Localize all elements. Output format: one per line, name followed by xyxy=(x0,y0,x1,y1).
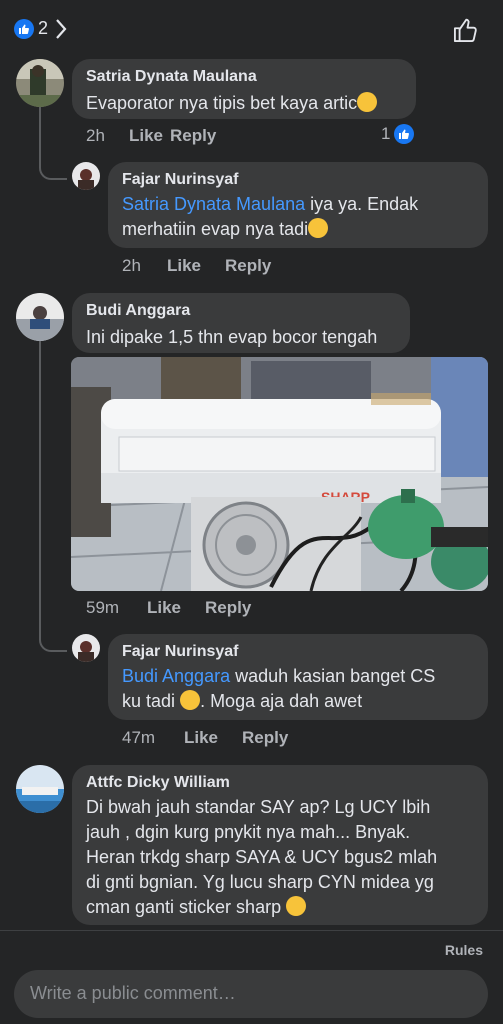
thinking-emoji-icon xyxy=(180,690,201,710)
like-post-icon[interactable] xyxy=(452,16,480,49)
reply-text-content: merhatiin evap nya tadi xyxy=(122,219,309,239)
reply-bubble[interactable]: Fajar Nurinsyaf Budi Anggara waduh kasia… xyxy=(108,634,488,720)
reaction-count[interactable]: 2 xyxy=(38,18,48,39)
grinning-emoji-icon xyxy=(357,92,378,112)
reply-text-content: . Moga aja dah awet xyxy=(200,691,363,711)
comment-text-line: Di bwah jauh standar SAY ap? Lg UCY lbih xyxy=(86,797,431,817)
reply-button[interactable]: Reply xyxy=(205,598,251,618)
avatar[interactable] xyxy=(72,162,100,190)
comment-text: Ini dipake 1,5 thn evap bocor tengah xyxy=(86,327,378,347)
comment-actions: 2h Like Reply xyxy=(86,126,216,146)
like-button[interactable]: Like xyxy=(147,598,205,618)
mention-link[interactable]: Satria Dynata Maulana xyxy=(122,194,305,214)
comment-photo[interactable]: SHARP xyxy=(71,357,488,591)
reply-button[interactable]: Reply xyxy=(170,126,216,146)
reply-author[interactable]: Fajar Nurinsyaf xyxy=(122,170,474,190)
reactions-bar: 2 xyxy=(0,0,503,56)
comment-text-line-last: cman ganti sticker sharp xyxy=(86,895,474,920)
thread-line xyxy=(39,106,41,156)
comment-text-line: di gnti bgnian. Yg lucu sharp CYN midea … xyxy=(86,872,434,892)
like-reaction-icon xyxy=(394,124,415,144)
thread-connector xyxy=(39,150,67,180)
avatar[interactable] xyxy=(16,293,64,341)
avatar[interactable] xyxy=(16,59,64,107)
thread-connector xyxy=(39,614,67,652)
comment-actions: 59m Like Reply xyxy=(86,598,251,618)
reply-time: 2h xyxy=(122,256,141,275)
like-reaction-icon[interactable] xyxy=(14,19,34,39)
reply-actions: 2h Like Reply xyxy=(122,256,271,276)
comment-input[interactable]: Write a public comment… xyxy=(14,970,488,1018)
comment-bubble[interactable]: Budi Anggara Ini dipake 1,5 thn evap boc… xyxy=(72,293,410,353)
comment-text-content: Evaporator nya tipis bet kaya artic xyxy=(86,93,358,113)
comment-author[interactable]: Budi Anggara xyxy=(86,301,396,321)
like-button[interactable]: Like xyxy=(184,728,242,748)
chevron-right-icon[interactable] xyxy=(54,17,68,46)
comment-input-placeholder: Write a public comment… xyxy=(30,983,236,1003)
reply-author[interactable]: Fajar Nurinsyaf xyxy=(122,642,474,662)
reply-text-content: iya ya. Endak xyxy=(305,194,419,214)
comment-bubble[interactable]: Attfc Dicky William Di bwah jauh standar… xyxy=(72,765,488,925)
reply-time: 47m xyxy=(122,728,156,747)
divider xyxy=(0,930,503,931)
comment-author[interactable]: Attfc Dicky William xyxy=(86,773,474,793)
comment-time: 2h xyxy=(86,126,105,145)
mention-link[interactable]: Budi Anggara xyxy=(122,666,230,686)
like-button[interactable]: Like xyxy=(167,256,225,276)
reply-button[interactable]: Reply xyxy=(225,256,271,276)
comment-time: 59m xyxy=(86,598,120,617)
reply-text-content: ku tadi xyxy=(122,691,176,711)
reply-button[interactable]: Reply xyxy=(242,728,288,748)
comment-reactions[interactable]: 1 xyxy=(381,124,415,144)
reply-text: Budi Anggara waduh kasian banget CS ku ta… xyxy=(122,664,474,714)
thread-line xyxy=(39,340,41,620)
reply-text-content: waduh kasian banget CS xyxy=(230,666,436,686)
reply-text: Satria Dynata Maulana iya ya. Endak merha… xyxy=(122,192,474,242)
grinning-emoji-icon xyxy=(308,218,329,238)
comment-text: Di bwah jauh standar SAY ap? Lg UCY lbih… xyxy=(86,795,474,920)
comment-text-line: Heran trkdg sharp SAYA & UCY bgus2 mlah xyxy=(86,847,438,867)
avatar[interactable] xyxy=(16,765,64,813)
comment-bubble[interactable]: Satria Dynata Maulana Evaporator nya tip… xyxy=(72,59,416,119)
reply-actions: 47m Like Reply xyxy=(122,728,288,748)
rolling-laughing-emoji-icon xyxy=(286,896,307,916)
rules-link[interactable]: Rules xyxy=(445,942,483,958)
reply-bubble[interactable]: Fajar Nurinsyaf Satria Dynata Maulana iy… xyxy=(108,162,488,248)
comment-text-content: cman ganti sticker sharp xyxy=(86,897,282,917)
comment-author[interactable]: Satria Dynata Maulana xyxy=(86,67,402,87)
comment-text-line: jauh , dgin kurg pnykit nya mah... Bnyak… xyxy=(86,822,411,842)
comment-text: Evaporator nya tipis bet kaya artic xyxy=(86,91,402,116)
like-button[interactable]: Like xyxy=(129,126,170,146)
avatar[interactable] xyxy=(72,634,100,662)
reaction-count: 1 xyxy=(381,124,391,143)
